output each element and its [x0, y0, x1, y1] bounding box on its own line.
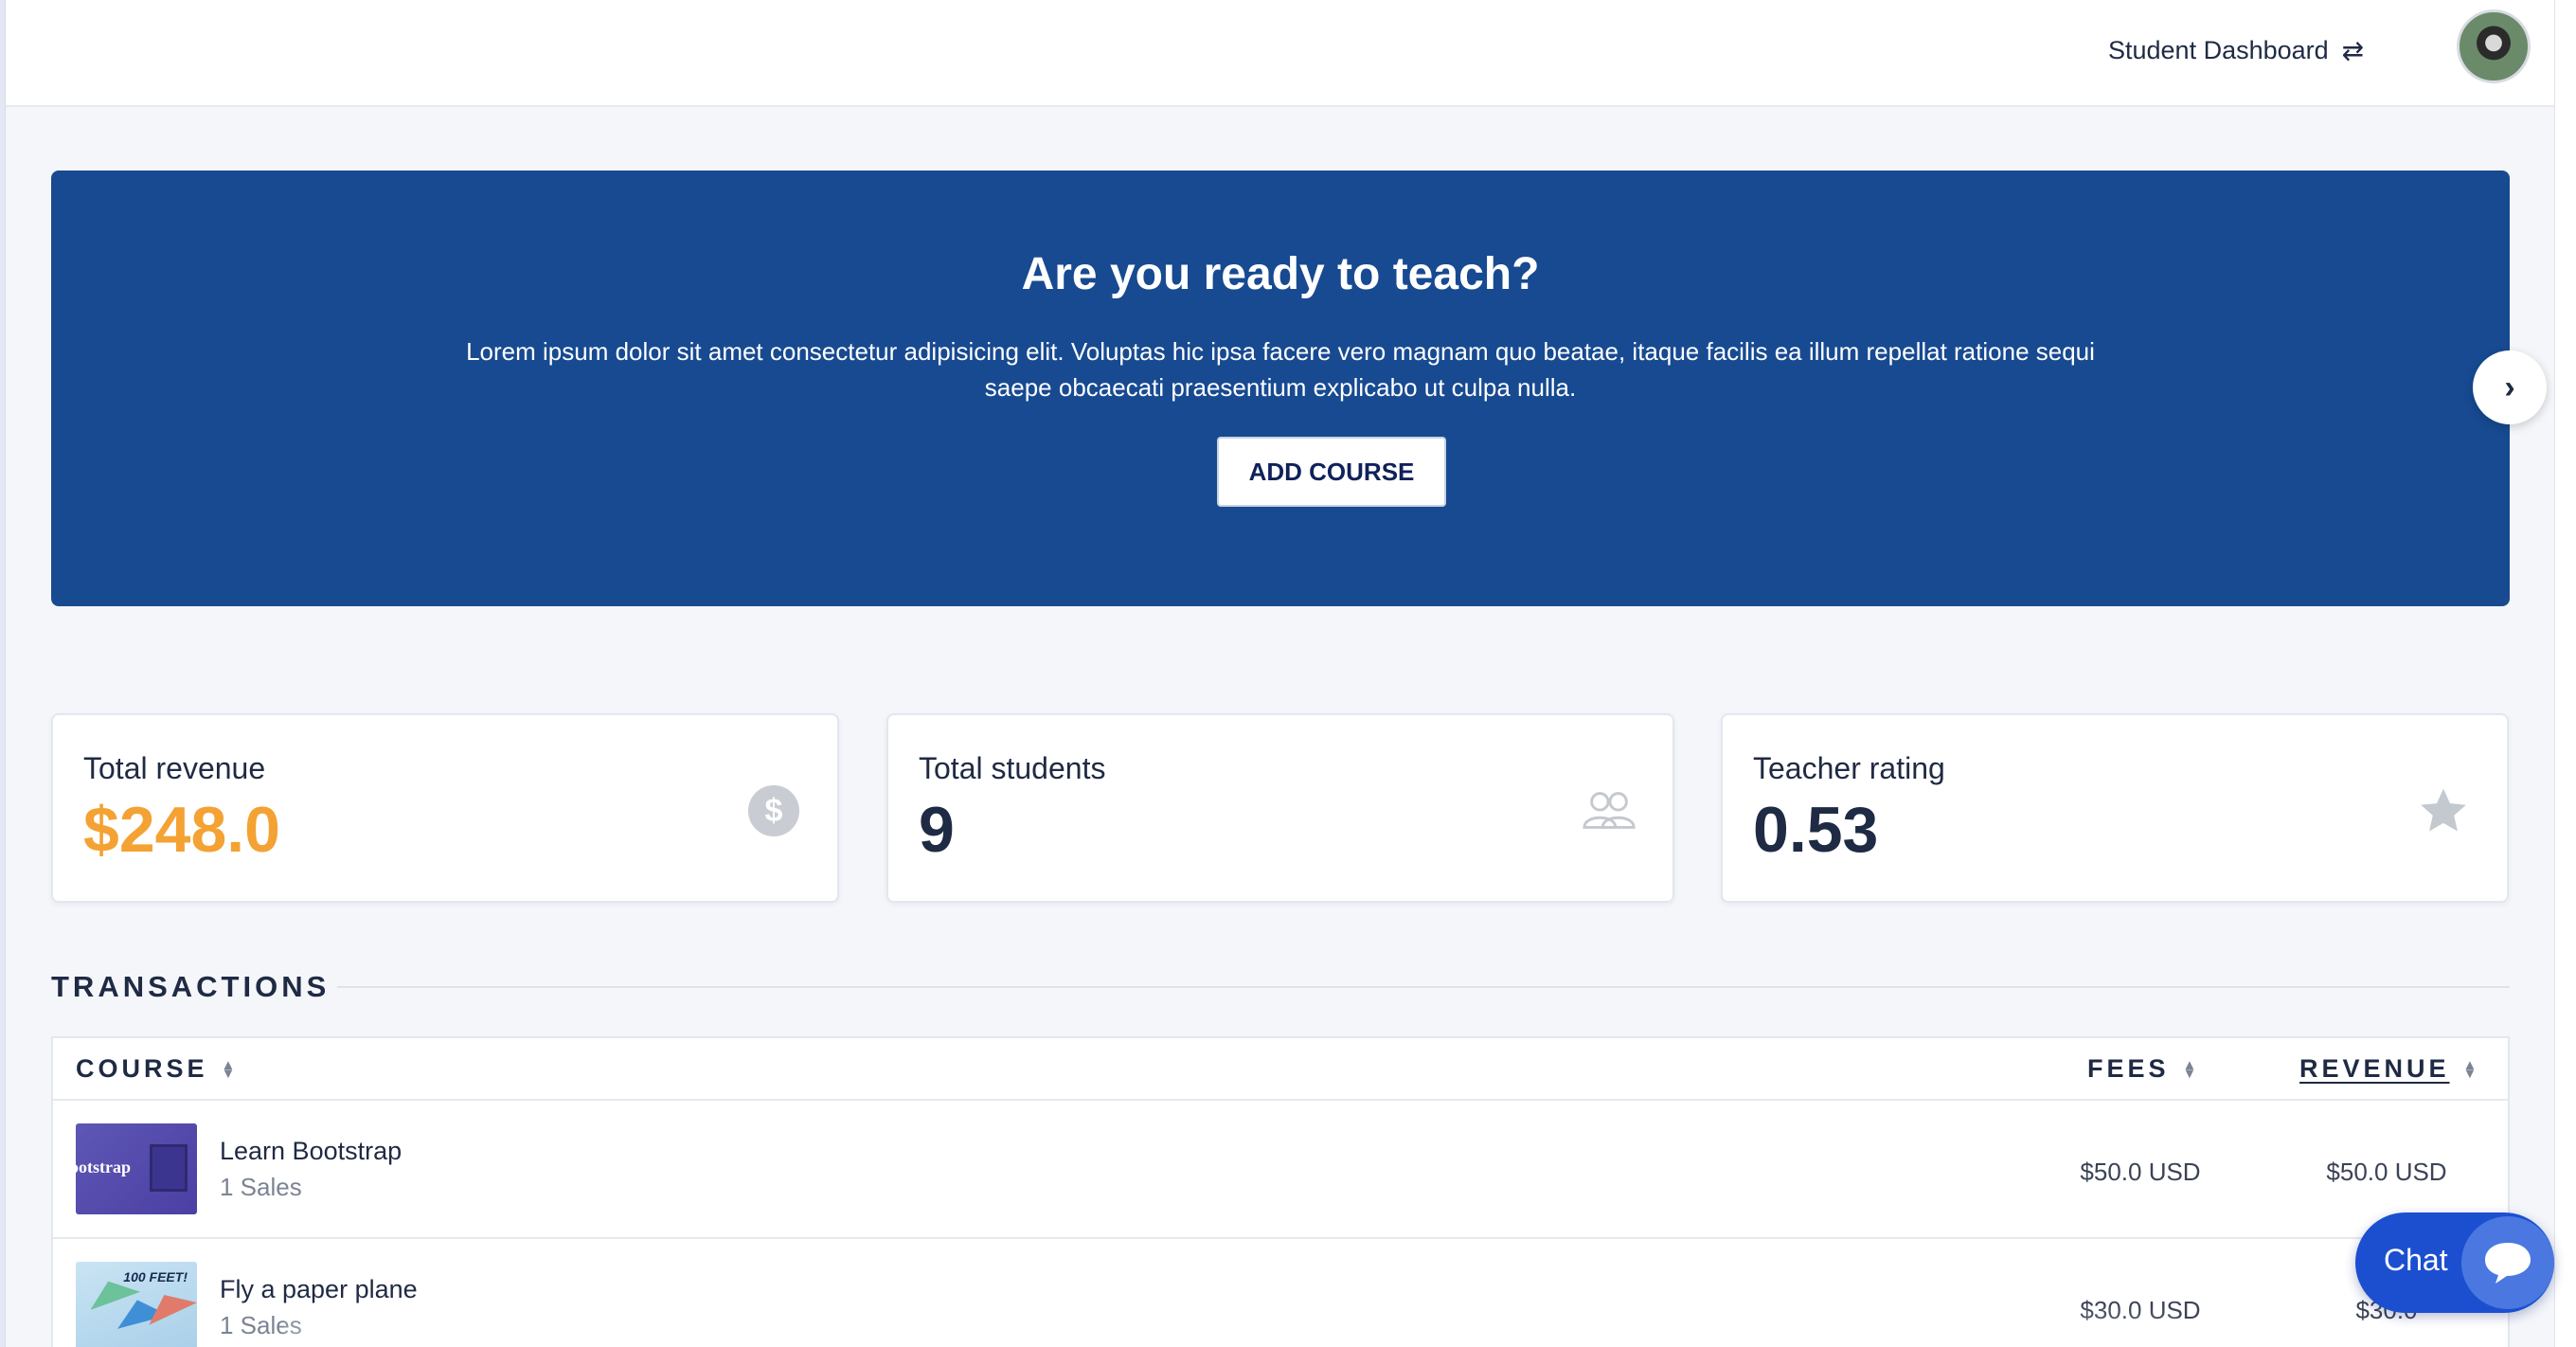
- stat-value: $248.0: [83, 794, 280, 866]
- swap-arrows-icon: ⇄: [2341, 35, 2365, 65]
- table-header: COURSE ▲ ▼ FEES ▲ ▼ REVENUE ▲ ▼: [53, 1038, 2508, 1101]
- chat-bubble-icon: [2461, 1216, 2554, 1309]
- course-name[interactable]: Fly a paper plane: [220, 1275, 418, 1304]
- stat-label: Teacher rating: [1753, 751, 1945, 785]
- sort-icon: ▲ ▼: [2462, 1056, 2481, 1082]
- scrollbar-track[interactable]: [2554, 0, 2576, 1347]
- column-revenue[interactable]: REVENUE ▲ ▼: [2299, 1054, 2480, 1084]
- course-thumbnail: 100 FEET!: [76, 1262, 197, 1347]
- stat-label: Total students: [919, 751, 1106, 785]
- teacher-rating-card: Teacher rating 0.53: [1721, 713, 2509, 903]
- stat-value: 9: [919, 794, 955, 866]
- avatar[interactable]: [2457, 9, 2531, 83]
- revenue-value: $50.0 USD: [2326, 1158, 2447, 1186]
- chat-button[interactable]: Chat: [2355, 1212, 2554, 1313]
- add-course-button[interactable]: ADD COURSE: [1217, 437, 1446, 507]
- fees-value: $50.0 USD: [2080, 1158, 2201, 1186]
- column-course[interactable]: COURSE ▲ ▼: [76, 1054, 239, 1084]
- switch-label: Student Dashboard: [2108, 35, 2329, 64]
- users-icon: [1582, 783, 1637, 838]
- transactions-table: COURSE ▲ ▼ FEES ▲ ▼ REVENUE ▲ ▼ ootstrap Le…: [51, 1036, 2510, 1347]
- total-revenue-card: Total revenue $248.0 $: [51, 713, 839, 903]
- laptop-graphic: [150, 1144, 188, 1192]
- chevron-right-icon: ›: [2504, 368, 2515, 405]
- stat-value: 0.53: [1753, 794, 1879, 866]
- course-thumbnail: ootstrap: [76, 1123, 197, 1214]
- thumbnail-text: ootstrap: [76, 1158, 131, 1176]
- sort-icon: ▲ ▼: [2182, 1056, 2201, 1082]
- carousel-next-button[interactable]: ›: [2473, 350, 2547, 424]
- left-edge: [0, 0, 6, 1347]
- teach-banner: Are you ready to teach? Lorem ipsum dolo…: [51, 171, 2510, 606]
- bottom-fade: [284, 1307, 2178, 1347]
- column-fees[interactable]: FEES ▲ ▼: [2087, 1054, 2200, 1084]
- stat-label: Total revenue: [83, 751, 266, 785]
- star-icon: [2416, 783, 2471, 838]
- dollar-circle-icon: $: [746, 783, 801, 838]
- svg-text:$: $: [765, 793, 783, 829]
- course-name[interactable]: Learn Bootstrap: [220, 1137, 402, 1166]
- column-label: REVENUE: [2299, 1054, 2450, 1083]
- banner-text: Lorem ipsum dolor sit amet consectetur a…: [466, 337, 2095, 402]
- banner-title: Are you ready to teach?: [1021, 249, 1540, 299]
- section-divider: [337, 986, 2510, 988]
- top-bar: Student Dashboard ⇄: [6, 0, 2554, 107]
- table-row[interactable]: ootstrap Learn Bootstrap 1 Sales $50.0 U…: [53, 1101, 2508, 1239]
- column-label: FEES: [2087, 1054, 2170, 1083]
- student-dashboard-link[interactable]: Student Dashboard ⇄: [2108, 28, 2364, 72]
- total-students-card: Total students 9: [886, 713, 1674, 903]
- course-sales: 1 Sales: [220, 1173, 302, 1201]
- paper-plane-graphic: [139, 1284, 197, 1325]
- sort-icon: ▲ ▼: [221, 1056, 240, 1082]
- chat-label: Chat: [2384, 1243, 2448, 1277]
- transactions-heading: TRANSACTIONS: [51, 970, 331, 1003]
- column-label: COURSE: [76, 1054, 208, 1083]
